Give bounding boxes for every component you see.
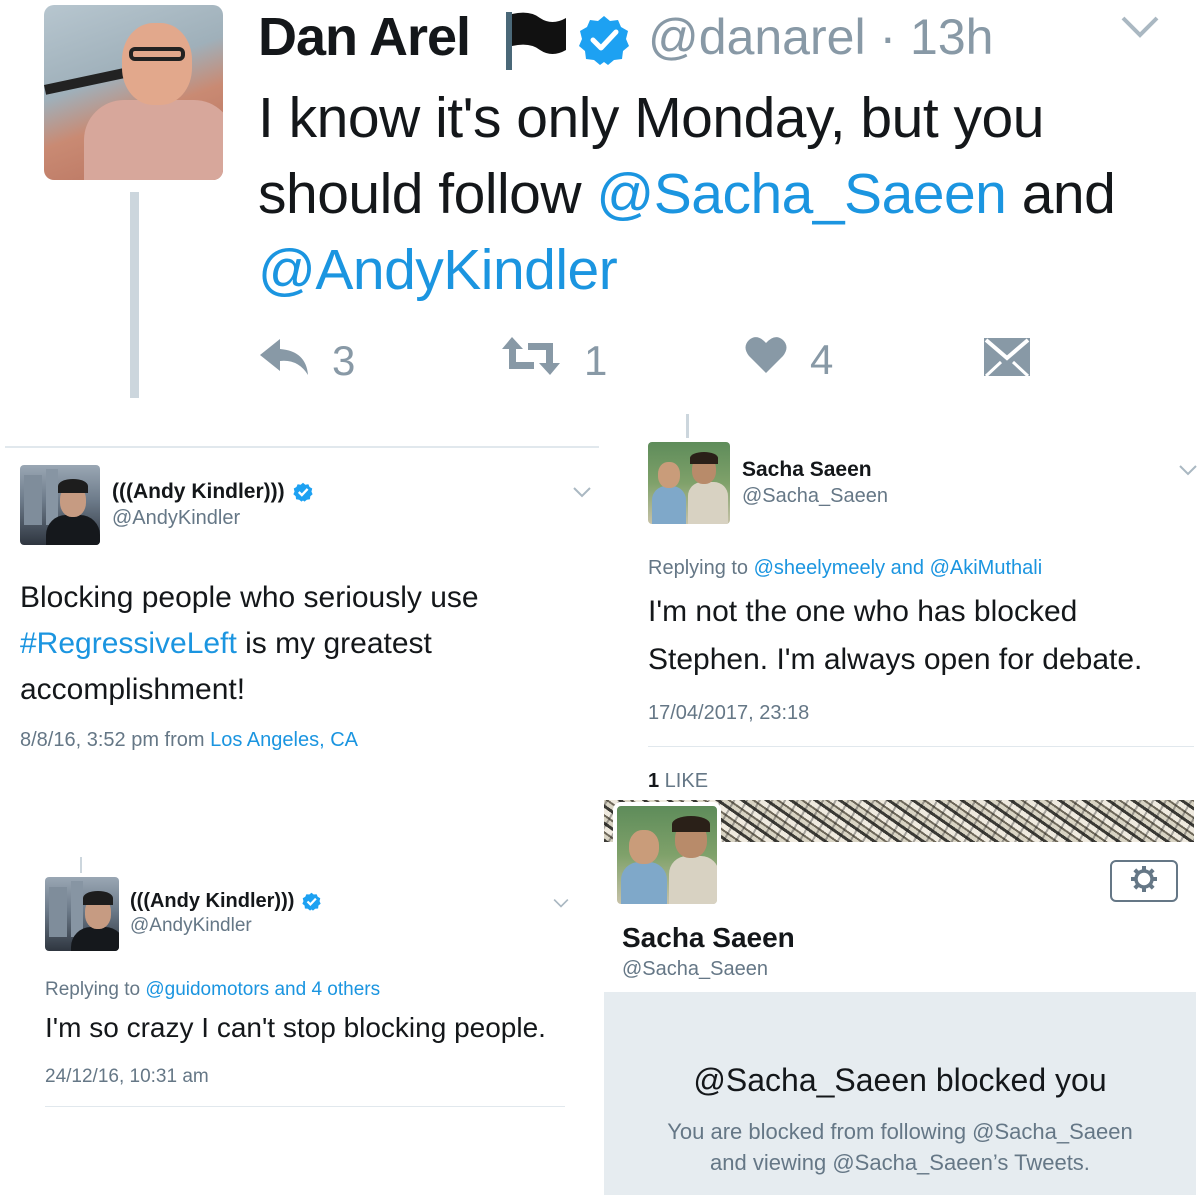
author-name[interactable]: (((Andy Kindler)))	[130, 890, 294, 913]
author-row: (((Andy Kindler)))	[112, 480, 313, 504]
verified-icon	[302, 892, 322, 911]
tweet-timestamp: 24/12/16, 10:31 am	[45, 1066, 209, 1087]
blocked-description-line: You are blocked from following @Sacha_Sa…	[667, 1119, 1133, 1144]
settings-button[interactable]	[1110, 860, 1178, 902]
like-count: 4	[810, 336, 834, 383]
profile-avatar[interactable]	[613, 802, 721, 908]
tweet-timestamp: 17/04/2017, 23:18	[648, 702, 810, 724]
mention-link[interactable]: @guidomotors and 4 others	[145, 979, 380, 1000]
thread-line	[130, 192, 139, 398]
divider	[45, 1106, 565, 1107]
chevron-down-icon[interactable]	[572, 485, 592, 504]
replying-to: Replying to @guidomotors and 4 others	[45, 979, 380, 1001]
retweet-count: 1	[584, 337, 608, 384]
blocked-description-line: and viewing @Sacha_Saeen’s Tweets.	[710, 1150, 1090, 1175]
thread-line	[686, 414, 689, 438]
chevron-down-icon[interactable]	[1120, 14, 1160, 45]
author-handle[interactable]: @danarel	[648, 9, 866, 65]
verified-icon	[578, 14, 630, 71]
author-name[interactable]: (((Andy Kindler)))	[112, 480, 285, 504]
avatar[interactable]	[45, 877, 119, 951]
tweet-text-part: Blocking people who seriously use	[20, 581, 479, 614]
reply-button[interactable]: 3	[258, 335, 355, 387]
retweet-button[interactable]: 1	[500, 335, 607, 387]
profile-handle: @Sacha_Saeen	[622, 958, 768, 980]
location-link[interactable]: Los Angeles, CA	[210, 729, 358, 751]
dm-icon	[983, 336, 1031, 388]
blocked-title: @Sacha_Saeen blocked you	[693, 1062, 1107, 1098]
gear-icon	[1130, 865, 1158, 898]
replying-and: and	[885, 557, 930, 579]
like-count-row[interactable]: 1 LIKE	[648, 770, 708, 793]
retweet-icon	[500, 335, 562, 387]
author-row: (((Andy Kindler)))	[130, 890, 322, 913]
thread-line	[80, 857, 82, 873]
reply-icon	[258, 335, 310, 387]
hashtag-link[interactable]: #RegressiveLeft	[20, 627, 237, 660]
replying-label: Replying to	[45, 979, 146, 1000]
tweet-text: I know it's only Monday, but you should …	[258, 80, 1178, 308]
author-handle[interactable]: @Sacha_Saeen	[742, 485, 888, 508]
like-label: LIKE	[659, 770, 709, 792]
divider	[5, 446, 599, 448]
tweet-meta: 8/8/16, 3:52 pm from Los Angeles, CA	[20, 729, 358, 752]
mention-link[interactable]: @sheelymeely	[754, 557, 885, 579]
replying-label: Replying to	[648, 557, 754, 579]
mention-link[interactable]: @AndyKindler	[258, 238, 618, 302]
tweet-time[interactable]: · 13h	[879, 9, 993, 65]
dm-button[interactable]	[983, 336, 1031, 388]
divider	[648, 746, 1194, 747]
flag-icon	[500, 10, 570, 75]
profile-name: Sacha Saeen	[622, 922, 795, 953]
top-tweet: Dan Arel @danarel · 13h I know it's only…	[0, 0, 1200, 405]
mention-link[interactable]: @AkiMuthali	[930, 557, 1043, 579]
reply-count: 3	[332, 337, 356, 384]
heart-icon	[744, 335, 788, 385]
verified-icon	[293, 482, 313, 502]
replying-to: Replying to @sheelymeely and @AkiMuthali	[648, 557, 1042, 580]
tweet-timestamp: 8/8/16, 3:52 pm from	[20, 729, 211, 751]
tweet-text: I'm so crazy I can't stop blocking peopl…	[45, 1012, 546, 1043]
tweet-text: Blocking people who seriously use #Regre…	[20, 575, 580, 713]
tweet-text: I'm not the one who has blocked Stephen.…	[648, 595, 1143, 676]
author-handle[interactable]: @AndyKindler	[130, 915, 252, 937]
mention-link[interactable]: @Sacha_Saeen	[596, 162, 1007, 226]
blocked-description: You are blocked from following @Sacha_Sa…	[604, 1116, 1196, 1178]
avatar[interactable]	[44, 5, 223, 180]
avatar[interactable]	[20, 465, 100, 545]
avatar[interactable]	[648, 442, 730, 524]
like-count: 1	[648, 770, 660, 792]
author-name[interactable]: Dan Arel	[258, 6, 471, 68]
chevron-down-icon[interactable]	[552, 896, 570, 914]
author-name[interactable]: Sacha Saeen	[742, 458, 872, 482]
tweet-text-part: and	[1006, 162, 1116, 226]
author-handle[interactable]: @AndyKindler	[112, 507, 240, 530]
like-button[interactable]: 4	[744, 335, 833, 385]
chevron-down-icon[interactable]	[1178, 463, 1198, 482]
